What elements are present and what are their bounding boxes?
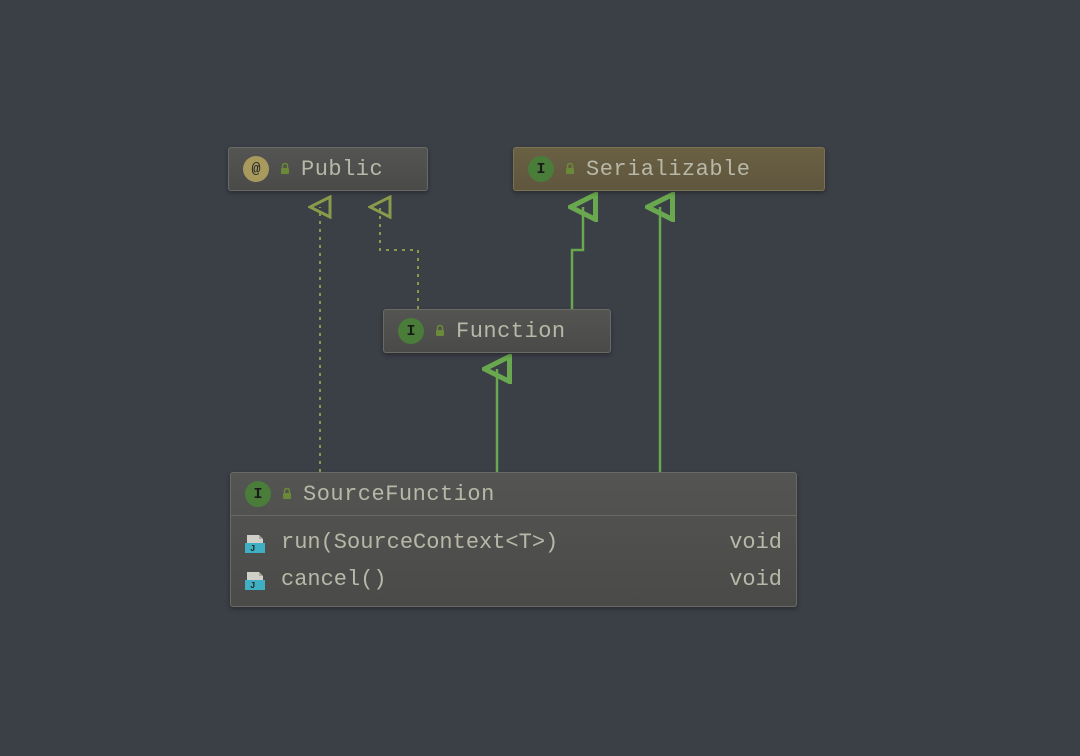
- interface-icon: I: [528, 156, 554, 182]
- svg-text:J: J: [250, 581, 255, 590]
- method-row[interactable]: J run(SourceContext<T>) void: [231, 524, 796, 561]
- interface-icon: I: [245, 481, 271, 507]
- method-name: cancel(): [281, 567, 687, 592]
- lock-icon: [562, 161, 578, 177]
- node-label: Serializable: [586, 157, 750, 182]
- node-label: Public: [301, 157, 383, 182]
- annotation-icon: @: [243, 156, 269, 182]
- java-file-icon: J: [245, 533, 269, 553]
- hierarchy-connectors: [0, 0, 1080, 756]
- method-row[interactable]: J cancel() void: [231, 561, 796, 598]
- interface-icon: I: [398, 318, 424, 344]
- lock-icon: [432, 323, 448, 339]
- method-list: J run(SourceContext<T>) void J cancel() …: [231, 516, 796, 606]
- node-sourcefunction[interactable]: I SourceFunction J run(SourceContext<T>)…: [230, 472, 797, 607]
- node-public[interactable]: @ Public: [228, 147, 428, 191]
- lock-icon: [277, 161, 293, 177]
- lock-icon: [279, 486, 295, 502]
- method-name: run(SourceContext<T>): [281, 530, 687, 555]
- method-return-type: void: [729, 530, 782, 555]
- method-return-type: void: [729, 567, 782, 592]
- node-serializable[interactable]: I Serializable: [513, 147, 825, 191]
- node-label: Function: [456, 319, 566, 344]
- java-file-icon: J: [245, 570, 269, 590]
- node-label: SourceFunction: [303, 482, 495, 507]
- svg-text:J: J: [250, 544, 255, 553]
- node-function[interactable]: I Function: [383, 309, 611, 353]
